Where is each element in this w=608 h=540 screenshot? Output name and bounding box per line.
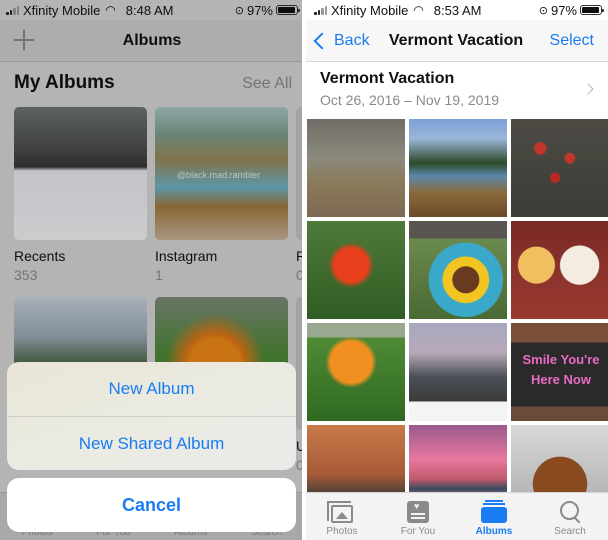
photo-red-berries[interactable]	[511, 119, 608, 217]
battery-icon	[580, 5, 604, 15]
cancel-button[interactable]: Cancel	[7, 478, 296, 532]
photo-orange-flower[interactable]	[307, 323, 405, 421]
tab-label: Albums	[475, 526, 513, 537]
action-sheet: New Album New Shared Album Cancel	[7, 362, 296, 532]
action-sheet-options: New Album New Shared Album	[7, 362, 296, 470]
carrier-name: Xfinity Mobile	[331, 2, 409, 18]
battery-percent: 97%	[550, 2, 577, 18]
select-button[interactable]: Select	[550, 32, 594, 50]
chalkboard-text: Smile You're Here Now	[522, 352, 600, 388]
album-date-range: Oct 26, 2016 – Nov 19, 2019	[320, 92, 500, 108]
tab-for-you[interactable]: For You	[380, 493, 456, 540]
tab-label: Search	[554, 526, 586, 537]
albums-icon	[481, 500, 507, 523]
navigation-bar: Back Vermont Vacation Select	[304, 20, 608, 62]
back-button[interactable]: Back	[312, 32, 370, 50]
back-label: Back	[334, 31, 370, 49]
status-bar: Xfinity Mobile ◠ 8:53 AM ⊙ 97%	[304, 0, 608, 20]
photo-red-flower[interactable]	[307, 221, 405, 319]
tab-photos[interactable]: Photos	[304, 493, 380, 540]
tab-label: Photos	[326, 526, 358, 537]
photo-lake-pines[interactable]	[409, 119, 507, 217]
chevron-left-icon	[313, 32, 331, 49]
new-album-button[interactable]: New Album	[7, 362, 296, 416]
new-shared-album-button[interactable]: New Shared Album	[7, 416, 296, 470]
tab-bar: Photos For You Albums Search	[304, 492, 608, 540]
photo-chalkboard-sign[interactable]: Smile You're Here Now	[511, 323, 608, 421]
tab-albums[interactable]: Albums	[456, 493, 532, 540]
wifi-icon: ◠	[413, 3, 424, 17]
search-icon	[557, 501, 583, 523]
screen-divider	[302, 0, 306, 540]
tab-search[interactable]: Search	[532, 493, 608, 540]
album-header[interactable]: Vermont Vacation Oct 26, 2016 – Nov 19, …	[320, 70, 596, 108]
photo-candle-and-mug[interactable]	[511, 221, 608, 319]
status-time: 8:53 AM	[433, 2, 482, 18]
album-title: Vermont Vacation	[320, 70, 455, 87]
albums-screen: Xfinity Mobile ◠ 8:48 AM ⊙ 97% Albums My…	[0, 0, 304, 540]
for-you-icon	[407, 501, 429, 523]
album-detail-screen: Xfinity Mobile ◠ 8:53 AM ⊙ 97% Back Verm…	[304, 0, 608, 540]
signal-icon	[314, 5, 327, 15]
photos-icon	[327, 501, 353, 523]
photo-grid: Smile You're Here Now	[307, 119, 608, 523]
tab-label: For You	[400, 526, 436, 537]
rotation-lock-icon: ⊙	[538, 4, 548, 17]
photo-harbor-shack[interactable]	[409, 323, 507, 421]
photo-community-garden-sign[interactable]	[409, 221, 507, 319]
photo-railroad-tracks[interactable]	[307, 119, 405, 217]
